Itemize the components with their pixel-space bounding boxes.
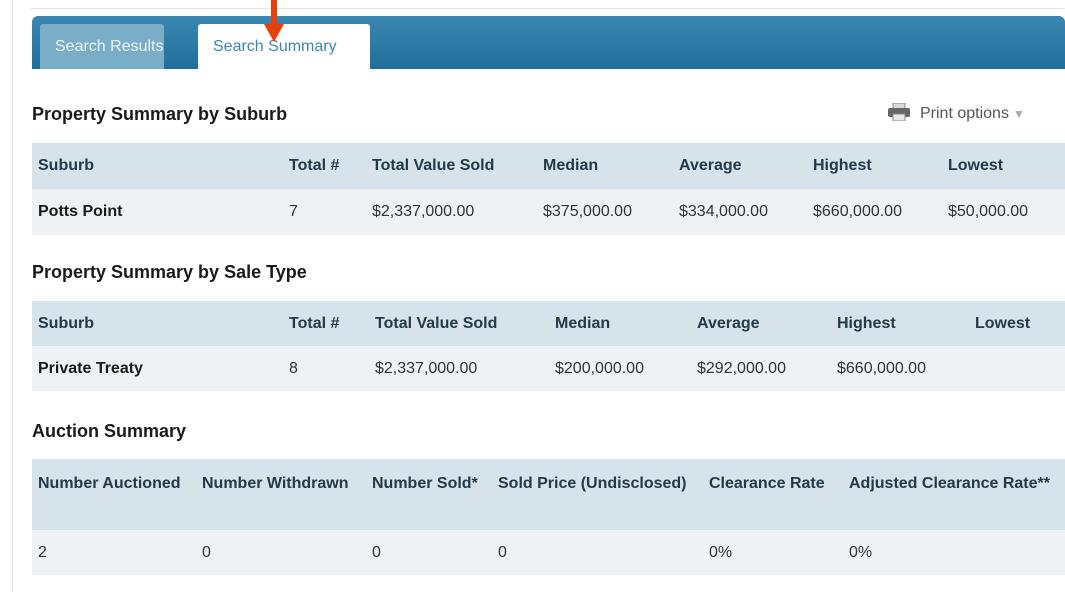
- column-header: Number Sold*: [366, 459, 492, 530]
- table-cell: $200,000.00: [549, 346, 691, 391]
- table-cell: 0: [366, 530, 492, 575]
- table-cell: $2,337,000.00: [369, 346, 549, 391]
- column-header: Highest: [807, 143, 942, 189]
- table-cell: 2: [32, 530, 196, 575]
- column-header: Suburb: [32, 301, 283, 346]
- column-header: Total #: [283, 143, 366, 189]
- table-cell: $660,000.00: [807, 189, 942, 235]
- column-header: Average: [691, 301, 831, 346]
- column-header: Average: [673, 143, 807, 189]
- column-header: Adjusted Clearance Rate**: [843, 459, 1065, 530]
- table-cell: 0%: [843, 530, 1065, 575]
- table-cell: $334,000.00: [673, 189, 807, 235]
- tab-bar: Search Results Search Summary: [32, 16, 1065, 69]
- column-header: Lowest: [942, 143, 1065, 189]
- table-header-row: Number Auctioned Number Withdrawn Number…: [32, 459, 1065, 530]
- column-header: Number Withdrawn: [196, 459, 366, 530]
- column-header: Total Value Sold: [366, 143, 537, 189]
- chevron-down-icon: ▼: [1012, 107, 1025, 121]
- table-cell: $2,337,000.00: [366, 189, 537, 235]
- print-options-button[interactable]: Print options ▼: [888, 102, 1025, 125]
- table-cell: 7: [283, 189, 366, 235]
- column-header: Suburb: [32, 143, 283, 189]
- printer-icon: [888, 102, 910, 122]
- arrow-down-icon: [264, 0, 284, 42]
- table-header-row: Suburb Total # Total Value Sold Median A…: [32, 143, 1065, 189]
- column-header: Sold Price (Undisclosed): [492, 459, 703, 530]
- column-header: Total Value Sold: [369, 301, 549, 346]
- column-header: Median: [537, 143, 673, 189]
- table-header-row: Suburb Total # Total Value Sold Median A…: [32, 301, 1065, 346]
- table-cell: 0: [492, 530, 703, 575]
- column-header: Number Auctioned: [32, 459, 196, 530]
- table-cell: [969, 346, 1065, 391]
- table-row: Potts Point 7 $2,337,000.00 $375,000.00 …: [32, 189, 1065, 235]
- column-header: Median: [549, 301, 691, 346]
- tab-search-summary[interactable]: Search Summary: [198, 24, 370, 69]
- section-title-auction: Auction Summary: [32, 421, 187, 441]
- top-border: [30, 8, 1065, 9]
- table-row: Private Treaty 8 $2,337,000.00 $200,000.…: [32, 346, 1065, 391]
- table-row: 2 0 0 0 0% 0%: [32, 530, 1065, 575]
- print-options-label: Print options: [920, 105, 1009, 122]
- table-cell: Private Treaty: [32, 346, 283, 391]
- left-border: [12, 0, 13, 592]
- column-header: Clearance Rate: [703, 459, 843, 530]
- table-cell: $292,000.00: [691, 346, 831, 391]
- tab-search-results[interactable]: Search Results: [40, 24, 164, 69]
- column-header: Lowest: [969, 301, 1065, 346]
- table-cell: $375,000.00: [537, 189, 673, 235]
- sale-type-summary-table: Suburb Total # Total Value Sold Median A…: [32, 301, 1065, 391]
- column-header: Highest: [831, 301, 969, 346]
- table-cell: 8: [283, 346, 369, 391]
- table-cell: $660,000.00: [831, 346, 969, 391]
- table-cell: 0: [196, 530, 366, 575]
- table-cell: Potts Point: [32, 189, 283, 235]
- table-cell: $50,000.00: [942, 189, 1065, 235]
- suburb-summary-table: Suburb Total # Total Value Sold Median A…: [32, 143, 1065, 235]
- auction-summary-table: Number Auctioned Number Withdrawn Number…: [32, 459, 1065, 575]
- section-title-sale-type: Property Summary by Sale Type: [32, 262, 307, 282]
- column-header: Total #: [283, 301, 369, 346]
- table-cell: 0%: [703, 530, 843, 575]
- section-title-suburb: Property Summary by Suburb: [32, 104, 288, 124]
